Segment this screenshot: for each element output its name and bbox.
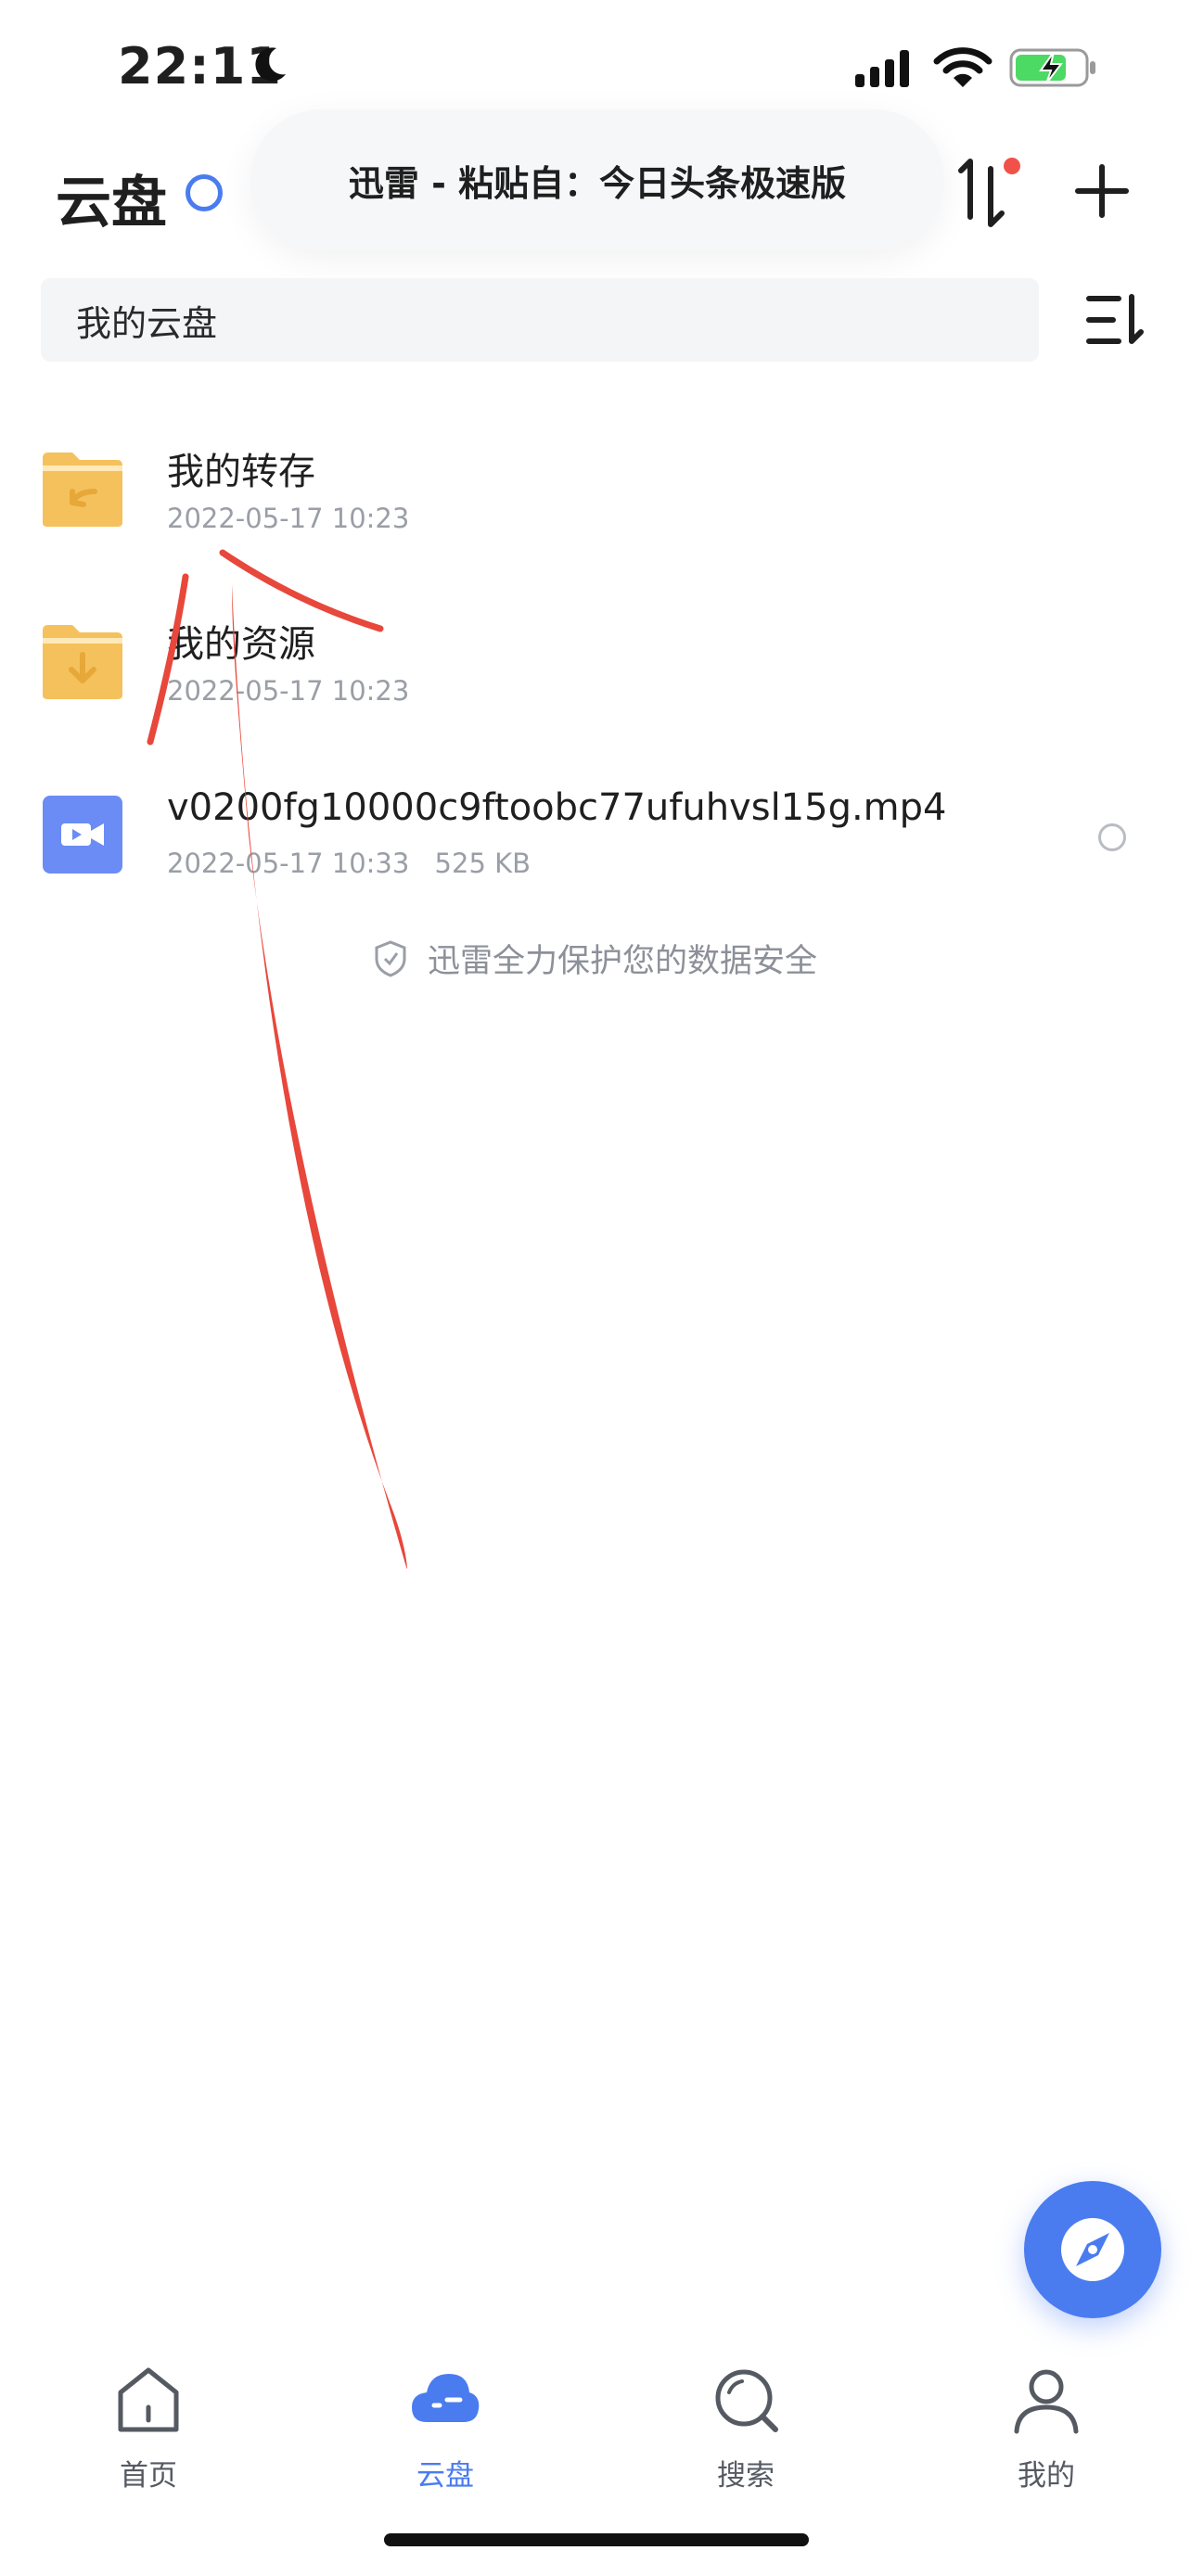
- moon-icon: [255, 47, 286, 82]
- tab-label: 首页: [120, 2459, 177, 2493]
- file-date: 2022-05-17 10:23: [167, 503, 410, 534]
- tab-label: 搜索: [717, 2459, 775, 2493]
- profile-icon: [1014, 2369, 1079, 2434]
- search-icon: [715, 2369, 778, 2432]
- home-indicator: [384, 2533, 809, 2546]
- annotation-arrow: [147, 549, 407, 1569]
- battery-charging-icon: [1009, 48, 1095, 87]
- file-size: 525 KB: [434, 848, 531, 879]
- tab-profile[interactable]: 我的: [954, 2365, 1139, 2504]
- list-item[interactable]: v0200fg10000c9ftoobc77ufuhvsl15g.mp4 202…: [0, 747, 1191, 920]
- search-input[interactable]: 我的云盘: [41, 278, 1039, 362]
- file-name: 我的转存: [167, 451, 315, 493]
- tab-home[interactable]: 首页: [56, 2365, 241, 2504]
- tab-search[interactable]: 搜索: [653, 2365, 839, 2504]
- video-file-icon: [43, 796, 122, 874]
- file-meta: 2022-05-17 10:23: [167, 503, 409, 534]
- select-radio[interactable]: [1098, 823, 1126, 851]
- file-name: 我的资源: [167, 623, 315, 666]
- security-note: 迅雷全力保护您的数据安全: [0, 935, 1191, 982]
- security-note-text: 迅雷全力保护您的数据安全: [427, 943, 817, 980]
- list-item[interactable]: 我的转存 2022-05-17 10:23: [0, 402, 1191, 575]
- add-icon[interactable]: [1074, 163, 1130, 219]
- wifi-icon: [933, 47, 992, 87]
- compass-icon: [1061, 2218, 1124, 2281]
- cloud-icon: [412, 2374, 480, 2422]
- shield-icon: [375, 939, 406, 977]
- tab-label: 我的: [1018, 2459, 1075, 2493]
- folder-download-icon: [43, 625, 122, 699]
- folder-transfer-icon: [43, 453, 122, 527]
- tab-bar: 首页 云盘 搜索 我的: [0, 2346, 1191, 2531]
- page-title: 云盘: [56, 171, 167, 236]
- file-meta: 2022-05-17 10:33 525 KB: [167, 848, 531, 879]
- list-item[interactable]: 我的资源 2022-05-17 10:23: [0, 575, 1191, 747]
- signal-icon: [855, 50, 909, 87]
- tab-cloud[interactable]: 云盘: [352, 2365, 538, 2504]
- file-date: 2022-05-17 10:33: [167, 848, 410, 879]
- tab-label: 云盘: [416, 2459, 474, 2493]
- sort-icon[interactable]: [1085, 293, 1145, 347]
- file-meta: 2022-05-17 10:23: [167, 675, 409, 707]
- home-icon: [118, 2367, 179, 2432]
- file-date: 2022-05-17 10:23: [167, 675, 410, 707]
- notification-dot: [1004, 158, 1020, 174]
- sync-ring-icon[interactable]: [186, 174, 223, 211]
- paste-banner[interactable]: 迅雷 - 粘贴自：今日头条极速版: [250, 109, 944, 250]
- file-name: v0200fg10000c9ftoobc77ufuhvsl15g.mp4: [167, 786, 947, 829]
- compass-button[interactable]: [1024, 2181, 1161, 2318]
